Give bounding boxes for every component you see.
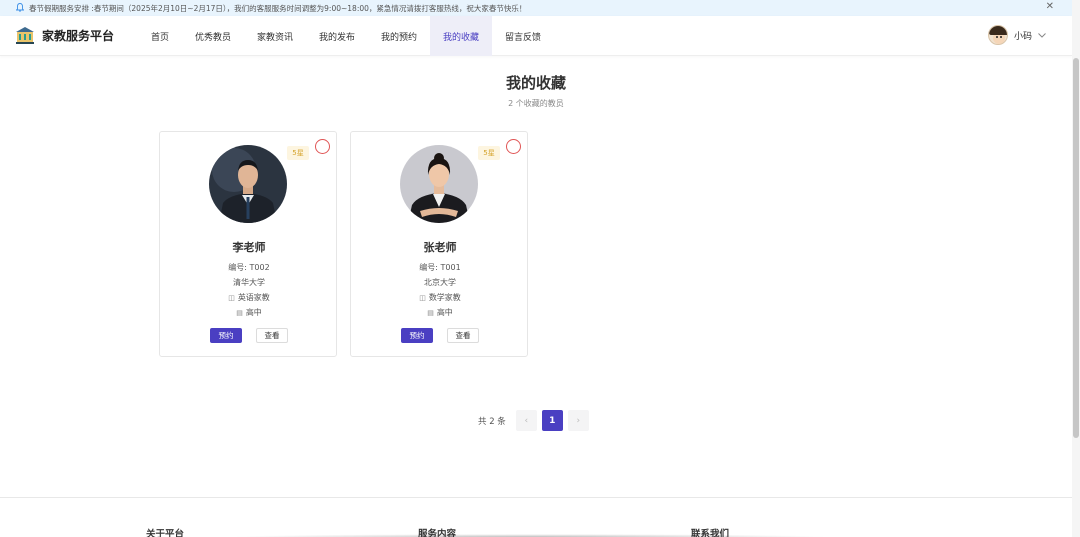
view-button[interactable]: 查看 <box>447 328 479 343</box>
grade-icon: ▤ <box>427 309 434 317</box>
teacher-school: 清华大学 <box>233 278 265 287</box>
footer-heading-services: 服务内容 <box>418 529 457 537</box>
teacher-code: 编号: T002 <box>228 263 270 272</box>
pagination: 共 2 条 ‹ 1 › <box>478 410 594 431</box>
notice-text: 春节假期服务安排 :春节期间（2025年2月10日~2月17日），我们的客服服务… <box>29 3 527 13</box>
main-nav: 首页 优秀教员 家教资讯 我的发布 我的预约 我的收藏 留言反馈 <box>138 16 554 56</box>
favorite-toggle-icon[interactable] <box>506 139 521 154</box>
user-name: 小码 <box>1013 31 1032 42</box>
favorite-toggle-icon[interactable] <box>315 139 330 154</box>
close-icon[interactable]: ✕ <box>1046 1 1054 12</box>
footer-heading-contact: 联系我们 <box>691 529 730 537</box>
rating-tag: 5星 <box>478 146 500 160</box>
teacher-card: 5星 张老师 编号: T001 北京大学 ◫ 数学家教 ▤ 高中 预约 查看 <box>350 131 528 357</box>
nav-item-my-bookings[interactable]: 我的预约 <box>368 16 430 56</box>
teacher-school: 北京大学 <box>424 278 456 287</box>
logo-title: 家教服务平台 <box>42 28 115 43</box>
teacher-subject: 数学家教 <box>428 293 461 302</box>
book-button[interactable]: 预约 <box>210 328 242 343</box>
next-page-button[interactable]: › <box>567 410 589 431</box>
footer-heading-about: 关于平台 <box>146 529 185 537</box>
page-title: 我的收藏 <box>505 74 566 92</box>
teacher-subject-row: ◫ 英语家教 <box>160 292 338 303</box>
rating-tag: 5星 <box>287 146 309 160</box>
school-icon <box>15 26 35 44</box>
nav-item-my-posts[interactable]: 我的发布 <box>306 16 368 56</box>
user-menu[interactable]: 小码 <box>987 25 1046 45</box>
teacher-photo <box>400 145 478 223</box>
teacher-photo <box>209 145 287 223</box>
notice-bar: 春节假期服务安排 :春节期间（2025年2月10日~2月17日），我们的客服服务… <box>0 0 1072 16</box>
nav-item-feedback[interactable]: 留言反馈 <box>492 16 554 56</box>
nav-item-my-favorites[interactable]: 我的收藏 <box>430 16 492 56</box>
teacher-subject-row: ◫ 数学家教 <box>351 292 529 303</box>
nav-item-teachers[interactable]: 优秀教员 <box>182 16 244 56</box>
scrollbar-thumb[interactable] <box>1073 58 1079 438</box>
teacher-grade-row: ▤ 高中 <box>160 307 338 318</box>
bell-icon <box>15 2 25 14</box>
avatar <box>987 25 1008 45</box>
teacher-grade: 高中 <box>245 308 262 317</box>
book-icon: ◫ <box>419 294 426 302</box>
teacher-name: 张老师 <box>423 241 457 254</box>
footer: 关于平台 服务内容 联系我们 <box>0 497 1072 537</box>
book-icon: ◫ <box>228 294 235 302</box>
teacher-name: 李老师 <box>232 241 266 254</box>
page-number-button[interactable]: 1 <box>541 410 563 431</box>
nav-item-news[interactable]: 家教资讯 <box>244 16 306 56</box>
page-scrollbar[interactable] <box>1072 0 1080 537</box>
header: 家教服务平台 首页 优秀教员 家教资讯 我的发布 我的预约 我的收藏 留言反馈 … <box>0 16 1072 56</box>
chevron-down-icon <box>1038 31 1046 40</box>
teacher-code: 编号: T001 <box>419 263 461 272</box>
grade-icon: ▤ <box>236 309 243 317</box>
page-subtitle: 2 个收藏的教员 <box>508 99 564 108</box>
logo[interactable]: 家教服务平台 <box>15 26 114 44</box>
nav-item-home[interactable]: 首页 <box>138 16 182 56</box>
book-button[interactable]: 预约 <box>401 328 433 343</box>
prev-page-button[interactable]: ‹ <box>515 410 537 431</box>
teacher-grade: 高中 <box>436 308 453 317</box>
teacher-subject: 英语家教 <box>237 293 270 302</box>
teacher-grade-row: ▤ 高中 <box>351 307 529 318</box>
view-button[interactable]: 查看 <box>256 328 288 343</box>
teacher-card: 5星 李老师 编号: T002 清华大学 ◫ 英语家教 ▤ 高中 预约 查看 <box>159 131 337 357</box>
pagination-total: 共 2 条 <box>478 416 506 427</box>
